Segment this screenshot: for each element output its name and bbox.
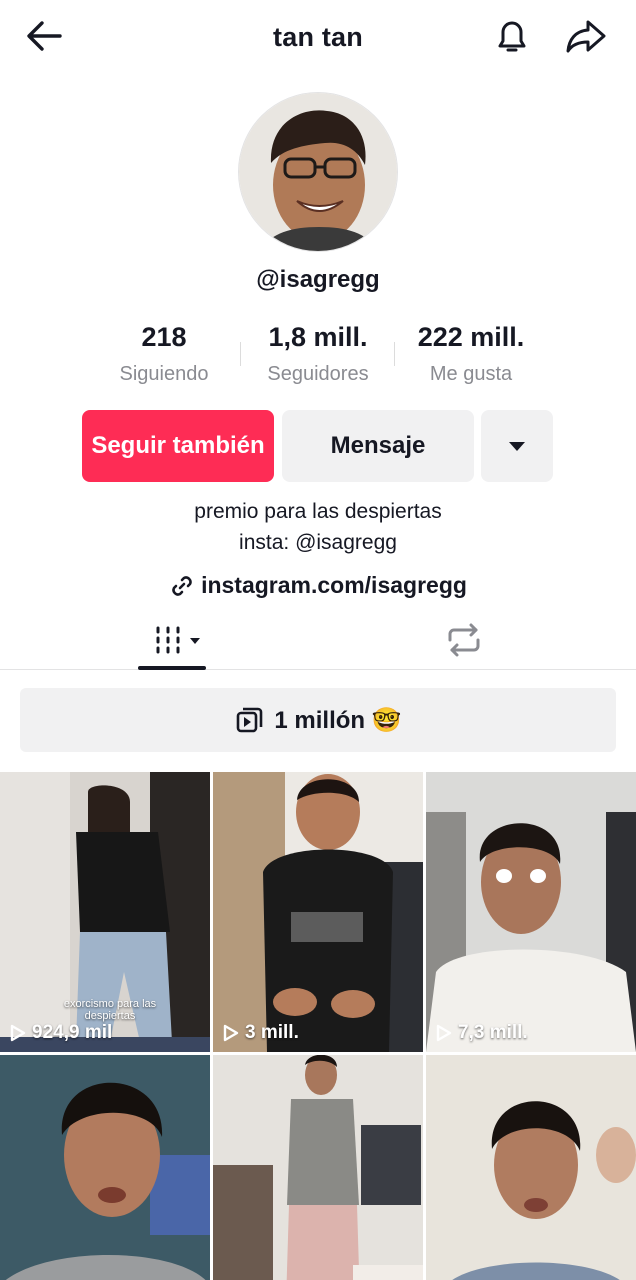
message-button[interactable]: Mensaje — [282, 410, 474, 482]
stat-likes: 222 mill. Me gusta — [391, 322, 551, 386]
view-count: 924,9 mil — [10, 1022, 112, 1044]
repost-icon — [448, 623, 480, 657]
play-icon — [436, 1024, 452, 1042]
video-thumbnail[interactable] — [213, 1055, 423, 1280]
active-tab-indicator — [138, 666, 206, 670]
video-thumbnail[interactable] — [0, 1055, 210, 1280]
video-thumbnail-image — [213, 772, 423, 1052]
video-thumbnail-image — [0, 1055, 210, 1280]
grid-icon — [156, 626, 200, 654]
more-options-button[interactable] — [481, 410, 553, 482]
bio-link-text: instagram.com/isagregg — [201, 572, 467, 598]
video-thumbnail[interactable]: 7,3 mill. — [426, 772, 636, 1052]
playlist-label: 1 millón 🤓 — [274, 706, 402, 734]
avatar[interactable] — [238, 92, 398, 252]
video-thumbnail-image — [426, 1055, 636, 1280]
bio-link[interactable]: instagram.com/isagregg — [0, 572, 636, 599]
stat-following-label: Siguiendo — [119, 363, 209, 385]
view-count: 3 mill. — [223, 1022, 299, 1044]
play-icon — [223, 1024, 239, 1042]
link-icon — [172, 575, 192, 596]
username-handle: @isagregg — [256, 266, 380, 293]
share-arrow-icon — [566, 20, 606, 53]
playlist-icon — [237, 707, 263, 733]
bio-line: insta: @isagregg — [239, 531, 397, 554]
stat-followers-label: Seguidores — [267, 363, 369, 385]
play-icon — [10, 1024, 26, 1042]
bio-line: premio para las despiertas — [194, 500, 442, 523]
view-count-text: 924,9 mil — [32, 1022, 113, 1043]
view-count-text: 3 mill. — [245, 1022, 299, 1043]
video-thumbnail[interactable] — [426, 1055, 636, 1280]
content-tabs — [0, 612, 636, 670]
stat-likes-label: Me gusta — [429, 363, 513, 385]
page-title: tan tan — [273, 22, 363, 52]
share-button[interactable] — [564, 16, 608, 56]
notifications-button[interactable] — [492, 16, 532, 56]
view-count: 7,3 mill. — [436, 1022, 528, 1044]
stat-following[interactable]: 218 Siguiendo — [84, 322, 244, 386]
caret-down-icon — [509, 442, 525, 451]
bell-icon — [498, 21, 526, 52]
video-thumbnail-image — [426, 772, 636, 1052]
tab-reposts[interactable] — [442, 618, 486, 662]
stat-divider — [394, 342, 395, 366]
stat-followers[interactable]: 1,8 mill. Seguidores — [238, 322, 398, 386]
tab-videos[interactable] — [138, 618, 206, 670]
playlist-button[interactable]: 1 millón 🤓 — [20, 688, 616, 752]
follow-back-button[interactable]: Seguir también — [82, 410, 274, 482]
stat-following-value: 218 — [141, 322, 187, 352]
avatar-image — [239, 93, 397, 251]
view-count-text: 7,3 mill. — [458, 1022, 528, 1043]
stat-followers-value: 1,8 mill. — [268, 322, 368, 352]
top-bar: tan tan — [0, 0, 636, 72]
video-caption: exorcismo para las despiertas — [63, 998, 157, 1022]
video-thumbnail[interactable]: exorcismo para las despiertas 924,9 mil — [0, 772, 210, 1052]
profile-stats: 218 Siguiendo 1,8 mill. Seguidores 222 m… — [0, 322, 636, 402]
stat-divider — [240, 342, 241, 366]
stat-likes-value: 222 mill. — [417, 322, 525, 352]
video-thumbnail[interactable]: 3 mill. — [213, 772, 423, 1052]
video-thumbnail-image — [213, 1055, 423, 1280]
